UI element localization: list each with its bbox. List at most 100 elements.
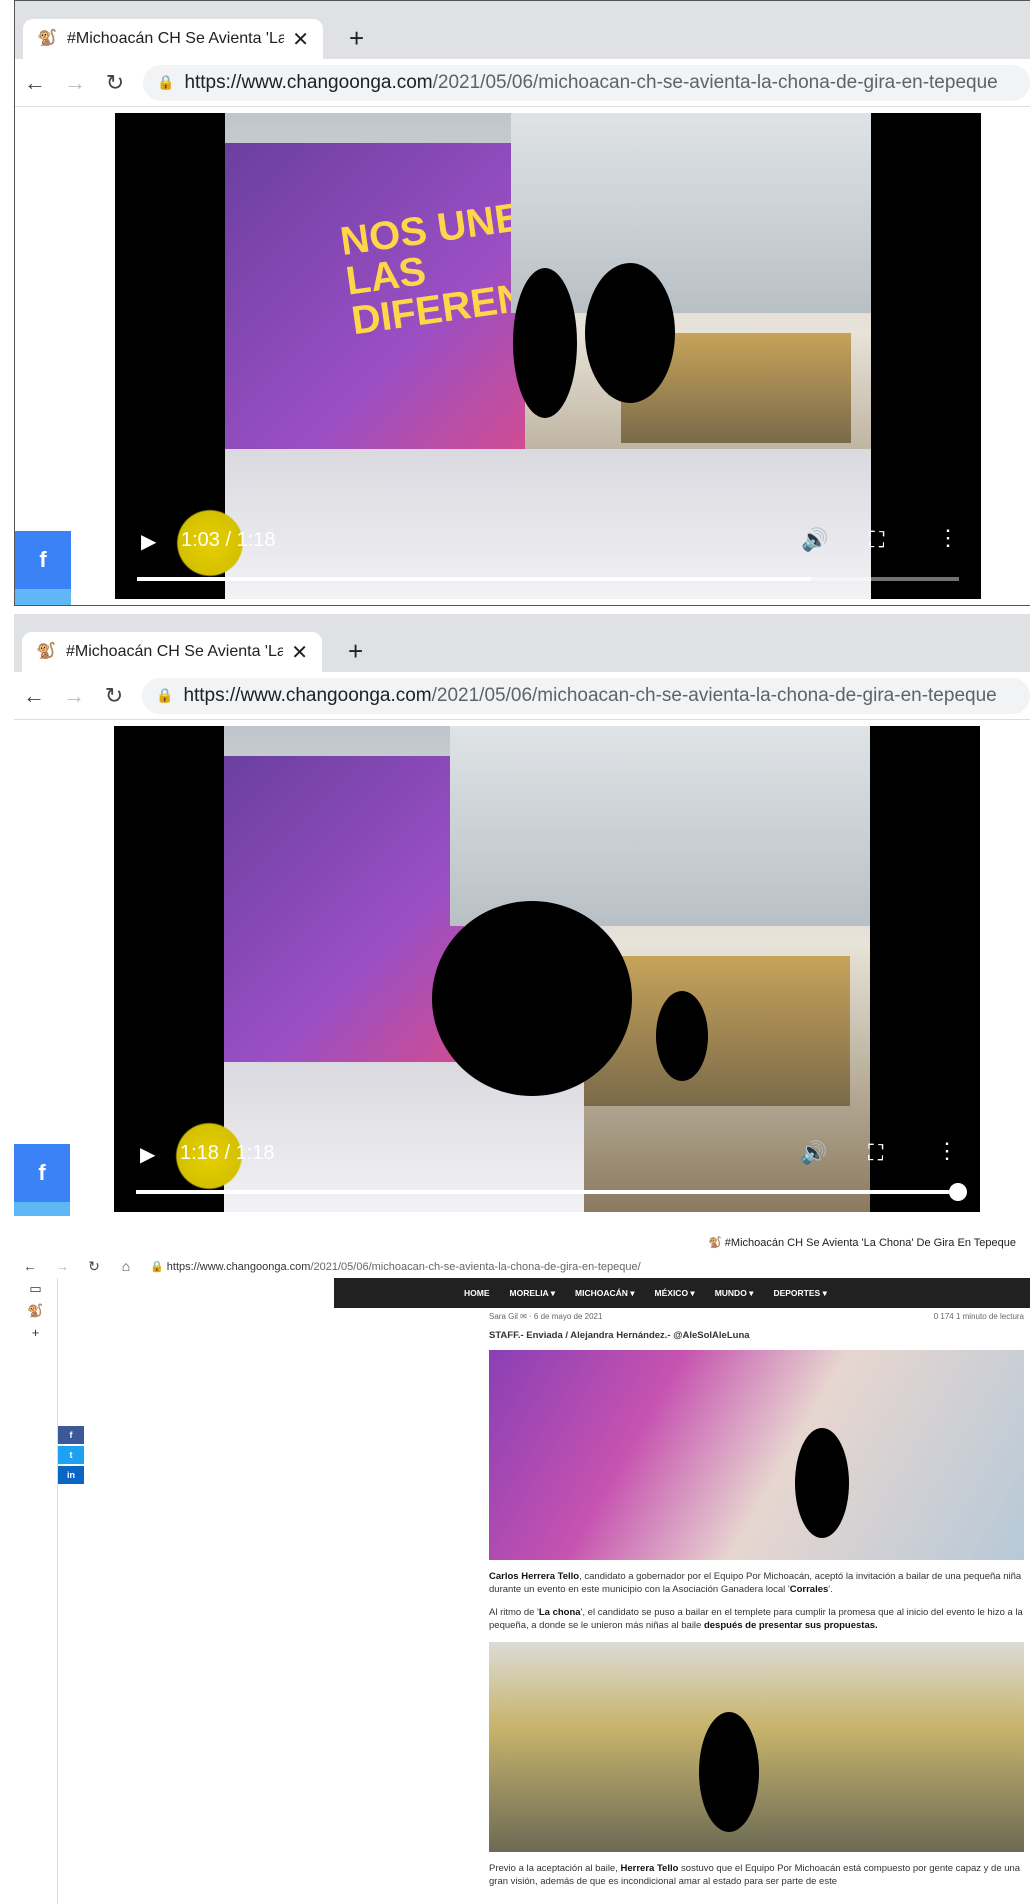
monkey-icon: 🐒 bbox=[708, 1237, 725, 1249]
facebook-icon: f bbox=[15, 531, 71, 589]
lock-icon: 🔒 bbox=[150, 1260, 167, 1273]
video-player[interactable]: ▶ 1:18 / 1:18 🔊 ⛶ ⋮ bbox=[114, 726, 980, 1212]
more-options-icon[interactable]: ⋮ bbox=[936, 1138, 958, 1164]
article-stats: 0 174 1 minuto de lectura bbox=[933, 1312, 1024, 1321]
nav-morelia[interactable]: MORELIA ▾ bbox=[510, 1288, 556, 1299]
article: Sara Gil ✉ · 6 de mayo de 2021 0 174 1 m… bbox=[489, 1308, 1024, 1898]
nav-mexico[interactable]: MÉXICO ▾ bbox=[655, 1288, 695, 1299]
address-bar: ← → ↻ 🔒 https://www.changoonga.com/2021/… bbox=[14, 672, 1030, 720]
forward-icon[interactable]: → bbox=[54, 683, 94, 709]
seek-bar[interactable] bbox=[137, 577, 959, 581]
redaction-mask bbox=[585, 263, 675, 403]
tab-strip: 🐒 #Michoacán CH Se Avienta 'La ✕ + bbox=[14, 614, 1030, 672]
reload-icon[interactable]: ↻ bbox=[95, 70, 135, 96]
campaign-banner bbox=[224, 756, 464, 1096]
video-time: 1:18 / 1:18 bbox=[180, 1142, 275, 1164]
linkedin-icon[interactable]: in bbox=[58, 1466, 84, 1484]
author-date: Sara Gil ✉ · 6 de mayo de 2021 bbox=[489, 1312, 603, 1321]
volume-icon[interactable]: 🔊 bbox=[801, 527, 828, 553]
new-tab-icon[interactable]: + bbox=[349, 23, 364, 54]
facebook-share-button[interactable]: f bbox=[14, 1144, 70, 1216]
browser-tab[interactable]: 🐒 #Michoacán CH Se Avienta 'La ✕ bbox=[22, 632, 322, 672]
twitter-icon[interactable]: t bbox=[58, 1446, 84, 1464]
play-icon[interactable]: ▶ bbox=[141, 529, 156, 554]
new-tab-icon[interactable]: + bbox=[348, 636, 363, 667]
video-controls: ▶ 1:03 / 1:18 🔊 ⛶ ⋮ bbox=[115, 519, 981, 599]
forward-icon[interactable]: → bbox=[55, 70, 95, 96]
monkey-icon: 🐒 bbox=[36, 643, 56, 660]
tab-title: #Michoacán CH Se Avienta 'La bbox=[66, 643, 284, 660]
redaction-mask bbox=[656, 991, 708, 1081]
article-photo-2 bbox=[489, 1642, 1024, 1852]
tab-title: #Michoacán CH Se Avienta 'La bbox=[67, 30, 285, 47]
address-bar: ← → ↻ 🔒 https://www.changoonga.com/2021/… bbox=[15, 59, 1030, 107]
volume-icon[interactable]: 🔊 bbox=[800, 1140, 827, 1166]
browser-window-1: 🐒 #Michoacán CH Se Avienta 'La ✕ + ← → ↻… bbox=[14, 0, 1030, 606]
lock-icon: 🔒 bbox=[156, 687, 174, 703]
tab-title: #Michoacán CH Se Avienta 'La Chona' De G… bbox=[724, 1237, 1016, 1249]
article-photo bbox=[489, 1350, 1024, 1560]
video-player[interactable]: NOS UNEN LAS DIFERENCIAS ▶ 1:03 / 1:18 🔊… bbox=[115, 113, 981, 599]
url-domain: https://www.changoonga.com bbox=[184, 71, 433, 93]
url-path: /2021/05/06/michoacan-ch-se-avienta-la-c… bbox=[310, 1260, 641, 1273]
paragraph-3: Previo a la aceptación al baile, Herrera… bbox=[489, 1863, 1021, 1887]
facebook-icon: f bbox=[14, 1144, 70, 1202]
nav-home[interactable]: HOME bbox=[464, 1288, 490, 1298]
tent-canopy bbox=[511, 113, 871, 313]
paragraph-1: Carlos Herrera Tello, candidato a gobern… bbox=[489, 1571, 1022, 1595]
nav-deportes[interactable]: DEPORTES ▾ bbox=[773, 1288, 826, 1299]
lock-icon: 🔒 bbox=[157, 74, 175, 90]
share-bar: f t in bbox=[58, 1426, 84, 1486]
paragraph-2: Al ritmo de 'La chona', el candidato se … bbox=[489, 1607, 1023, 1631]
home-icon[interactable]: ⌂ bbox=[110, 1258, 142, 1274]
site-nav: HOME MORELIA ▾ MICHOACÁN ▾ MÉXICO ▾ MUND… bbox=[334, 1278, 1030, 1308]
staff-credit: STAFF.- Enviada / Alejandra Hernández.- … bbox=[489, 1330, 750, 1341]
close-icon[interactable]: ✕ bbox=[291, 640, 308, 665]
tab-strip: 🐒 #Michoacán CH Se Avienta 'La ✕ + bbox=[15, 1, 1030, 59]
campaign-banner: NOS UNEN LAS DIFERENCIAS bbox=[225, 143, 623, 483]
sidebar-rail: ▭ 🐒 + bbox=[14, 1278, 58, 1904]
url-field[interactable]: 🔒 https://www.changoonga.com/2021/05/06/… bbox=[142, 677, 1030, 714]
browser-window-3: 🐒 #Michoacán CH Se Avienta 'La Chona' De… bbox=[14, 1232, 1030, 1904]
seek-progress bbox=[136, 1190, 958, 1194]
facebook-icon[interactable]: f bbox=[58, 1426, 84, 1444]
redaction-mask bbox=[513, 268, 577, 418]
fullscreen-icon[interactable]: ⛶ bbox=[868, 1140, 883, 1166]
back-icon[interactable]: ← bbox=[15, 70, 55, 96]
reload-icon[interactable]: ↻ bbox=[94, 683, 134, 709]
url-path: /2021/05/06/michoacan-ch-se-avienta-la-c… bbox=[432, 71, 998, 93]
video-time: 1:03 / 1:18 bbox=[181, 529, 276, 551]
back-icon[interactable]: ← bbox=[14, 1258, 46, 1274]
redaction-mask bbox=[699, 1712, 759, 1832]
video-controls: ▶ 1:18 / 1:18 🔊 ⛶ ⋮ bbox=[114, 1132, 980, 1212]
fullscreen-icon[interactable]: ⛶ bbox=[869, 527, 884, 553]
page-body: ▭ 🐒 + HOME MORELIA ▾ MICHOACÁN ▾ MÉXICO … bbox=[14, 1278, 1030, 1904]
reload-icon[interactable]: ↻ bbox=[78, 1258, 110, 1275]
play-icon[interactable]: ▶ bbox=[140, 1142, 155, 1167]
more-options-icon[interactable]: ⋮ bbox=[937, 525, 959, 551]
monkey-icon: 🐒 bbox=[37, 30, 57, 47]
tabs-icon[interactable]: ▭ bbox=[14, 1278, 57, 1300]
monkey-icon[interactable]: 🐒 bbox=[14, 1300, 57, 1322]
tent-canopy bbox=[450, 726, 870, 926]
window-title: 🐒 #Michoacán CH Se Avienta 'La Chona' De… bbox=[14, 1232, 1030, 1254]
url-domain: https://www.changoonga.com bbox=[166, 1260, 311, 1273]
article-meta: Sara Gil ✉ · 6 de mayo de 2021 0 174 1 m… bbox=[489, 1308, 1024, 1329]
nav-michoacan[interactable]: MICHOACÁN ▾ bbox=[575, 1288, 635, 1299]
redaction-mask bbox=[795, 1428, 849, 1538]
url-field[interactable]: 🔒 https://www.changoonga.com/2021/05/06/… bbox=[143, 64, 1030, 101]
url-field[interactable]: 🔒 https://www.changoonga.com/2021/05/06/… bbox=[150, 1260, 641, 1273]
seek-bar[interactable] bbox=[136, 1183, 967, 1201]
facebook-share-button[interactable]: f bbox=[15, 531, 71, 605]
url-domain: https://www.changoonga.com bbox=[183, 684, 432, 706]
back-icon[interactable]: ← bbox=[14, 683, 54, 709]
url-path: /2021/05/06/michoacan-ch-se-avienta-la-c… bbox=[431, 684, 997, 706]
close-icon[interactable]: ✕ bbox=[292, 27, 309, 52]
seek-progress bbox=[137, 577, 812, 581]
add-icon[interactable]: + bbox=[14, 1322, 57, 1344]
page-viewport: ▶ 1:18 / 1:18 🔊 ⛶ ⋮ f bbox=[14, 720, 1030, 1216]
nav-mundo[interactable]: MUNDO ▾ bbox=[715, 1288, 754, 1299]
forward-icon[interactable]: → bbox=[46, 1258, 78, 1274]
browser-tab[interactable]: 🐒 #Michoacán CH Se Avienta 'La ✕ bbox=[23, 19, 323, 59]
seek-handle[interactable] bbox=[949, 1183, 967, 1201]
